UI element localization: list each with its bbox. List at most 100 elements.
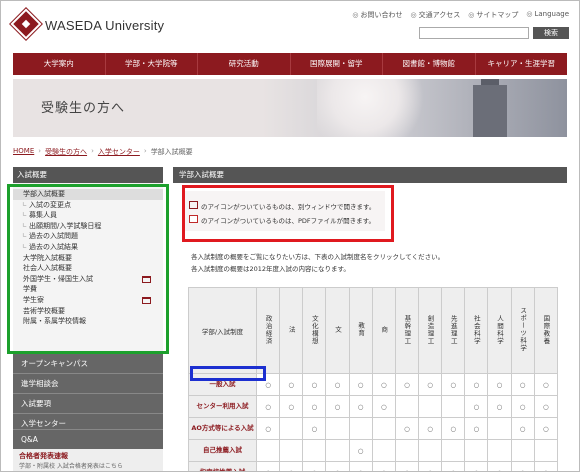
table-cell: ○ [510,395,535,418]
breadcrumb-current: 学部入試概要 [150,148,193,156]
row-header-link[interactable]: AO方式等による入試 [188,417,257,440]
table-cell [487,439,512,462]
table-cell: ○ [302,373,327,396]
nav-item-about[interactable]: 大学案内 [13,53,106,75]
results-banner-subtitle: 学部・附属校 入試合格者発表はこちら [19,463,123,470]
table-cell [325,439,350,462]
table-cell: ○ [255,417,281,440]
table-column-header: 先進理工 [441,287,466,374]
table-cell: ○ [371,395,396,418]
language-link[interactable]: Language [526,10,569,20]
search-button[interactable]: 検索 [533,27,569,39]
row-header-link[interactable]: 指定校推薦入試 [188,461,257,471]
table-cell [441,439,466,462]
cherry-blossom-image [317,79,437,137]
sidebar-item-guidelines[interactable]: 入試要項 [13,393,163,413]
table-cell [533,439,559,462]
table-row: 自己推薦入試 ○ [188,439,559,462]
table-cell: ○ [371,373,396,396]
column-header-label: スポーツ科学 [518,307,527,352]
row-header-link[interactable]: センター利用入試 [188,395,257,418]
table-cell [302,439,327,462]
table-column-header: 文 [325,287,350,374]
nav-item-library[interactable]: 図書館・博物館 [383,53,476,75]
table-cell: ○ [533,461,559,471]
table-cell: ○ [441,417,466,440]
nav-item-research[interactable]: 研究活動 [198,53,291,75]
table-cell: ○ [417,417,443,440]
nav-item-career[interactable]: キャリア・生涯学習 [476,53,568,75]
column-header-label: 社会科学 [472,314,481,345]
table-cell: ○ [348,439,373,462]
table-column-header: 文化構想 [302,287,327,374]
column-header-label: 法 [287,325,296,334]
browser-viewport: WASEDA University お問い合わせ 交通アクセス サイトマップ L… [0,0,580,472]
top-links: お問い合わせ 交通アクセス サイトマップ Language [352,10,569,20]
table-column-header: 教育 [348,287,373,374]
table-cell: ○ [348,395,373,418]
table-row: センター利用入試 ○ ○ ○ ○ ○ ○ ○ ○ ○ ○ [188,395,559,418]
sidebar-item-open-campus[interactable]: オープンキャンパス [13,353,163,373]
description-line: 各入試制度の概要は2012年度入試の内容になります。 [191,265,350,273]
table-cell [394,395,419,418]
banner-title: 受験生の方へ [41,101,126,116]
table-cell [279,439,304,462]
waseda-logo-icon[interactable] [10,8,42,40]
table-column-header: 社会科学 [464,287,489,374]
table-row: AO方式等による入試 ○ ○ ○ ○ ○ ○ ○ ○ [188,417,559,440]
sidebar-item-consultation[interactable]: 進学相談会 [13,373,163,393]
nav-item-faculties[interactable]: 学部・大学院等 [106,53,198,75]
table-cell: ○ [371,461,396,471]
breadcrumb: HOME › 受験生の方へ › 入学センター › 学部入試概要 [13,147,193,157]
table-cell [371,439,396,462]
table-cell [441,395,466,418]
table-cell: ○ [417,461,443,471]
table-cell: ○ [394,461,419,471]
breadcrumb-home[interactable]: HOME [13,147,34,157]
breadcrumb-separator: › [91,147,94,155]
breadcrumb-separator: › [143,147,147,155]
nav-item-international[interactable]: 国際展開・留学 [291,53,383,75]
column-header-label: 人間科学 [495,314,504,345]
search-input[interactable] [419,27,529,39]
global-nav: 大学案内 学部・大学院等 研究活動 国際展開・留学 図書館・博物館 キャリア・生… [13,53,567,75]
column-header-label: 教育 [356,322,365,337]
table-cell: ○ [255,461,281,471]
table-cell [510,439,535,462]
table-cell [464,439,489,462]
table-cell [255,439,281,462]
table-cell: ○ [302,461,327,471]
page-banner: 受験生の方へ [13,79,567,137]
table-cell: ○ [325,395,350,418]
table-column-header: 人間科学 [487,287,512,374]
table-cell: ○ [302,417,327,440]
column-header-label: 商 [379,325,388,334]
access-link[interactable]: 交通アクセス [410,10,461,20]
contact-link[interactable]: お問い合わせ [352,10,402,20]
table-cell: ○ [533,417,559,440]
table-column-header: 国際教養 [533,287,559,374]
site-logo-text[interactable]: WASEDA University [45,18,164,33]
row-header-link[interactable]: 自己推薦入試 [188,439,257,462]
column-header-label: 先進理工 [449,314,458,345]
table-cell [325,417,350,440]
sidebar-results-banner[interactable]: 合格者発表速報 学部・附属校 入試合格者発表はこちら [13,449,163,471]
table-cell [417,395,443,418]
sidebar-item-qa[interactable]: Q&A [13,429,163,449]
table-cell: ○ [348,373,373,396]
sitemap-link[interactable]: サイトマップ [468,10,518,20]
table-row: 指定校推薦入試○○○○○○○○○○○○○ [188,461,559,471]
clock-tower-image [473,85,507,137]
table-cell: ○ [464,373,489,396]
table-cell: ○ [255,395,281,418]
table-cell [371,417,396,440]
table-cell [348,417,373,440]
breadcrumb-applicants[interactable]: 受験生の方へ [45,147,87,157]
column-header-label: 創造理工 [426,314,435,345]
red-highlight-box [182,185,394,242]
table-cell: ○ [325,461,350,471]
blue-highlight-box [190,366,266,381]
breadcrumb-admission-center[interactable]: 入学センター [98,147,140,157]
column-header-label: 国際教養 [541,314,550,345]
table-cell: ○ [487,395,512,418]
